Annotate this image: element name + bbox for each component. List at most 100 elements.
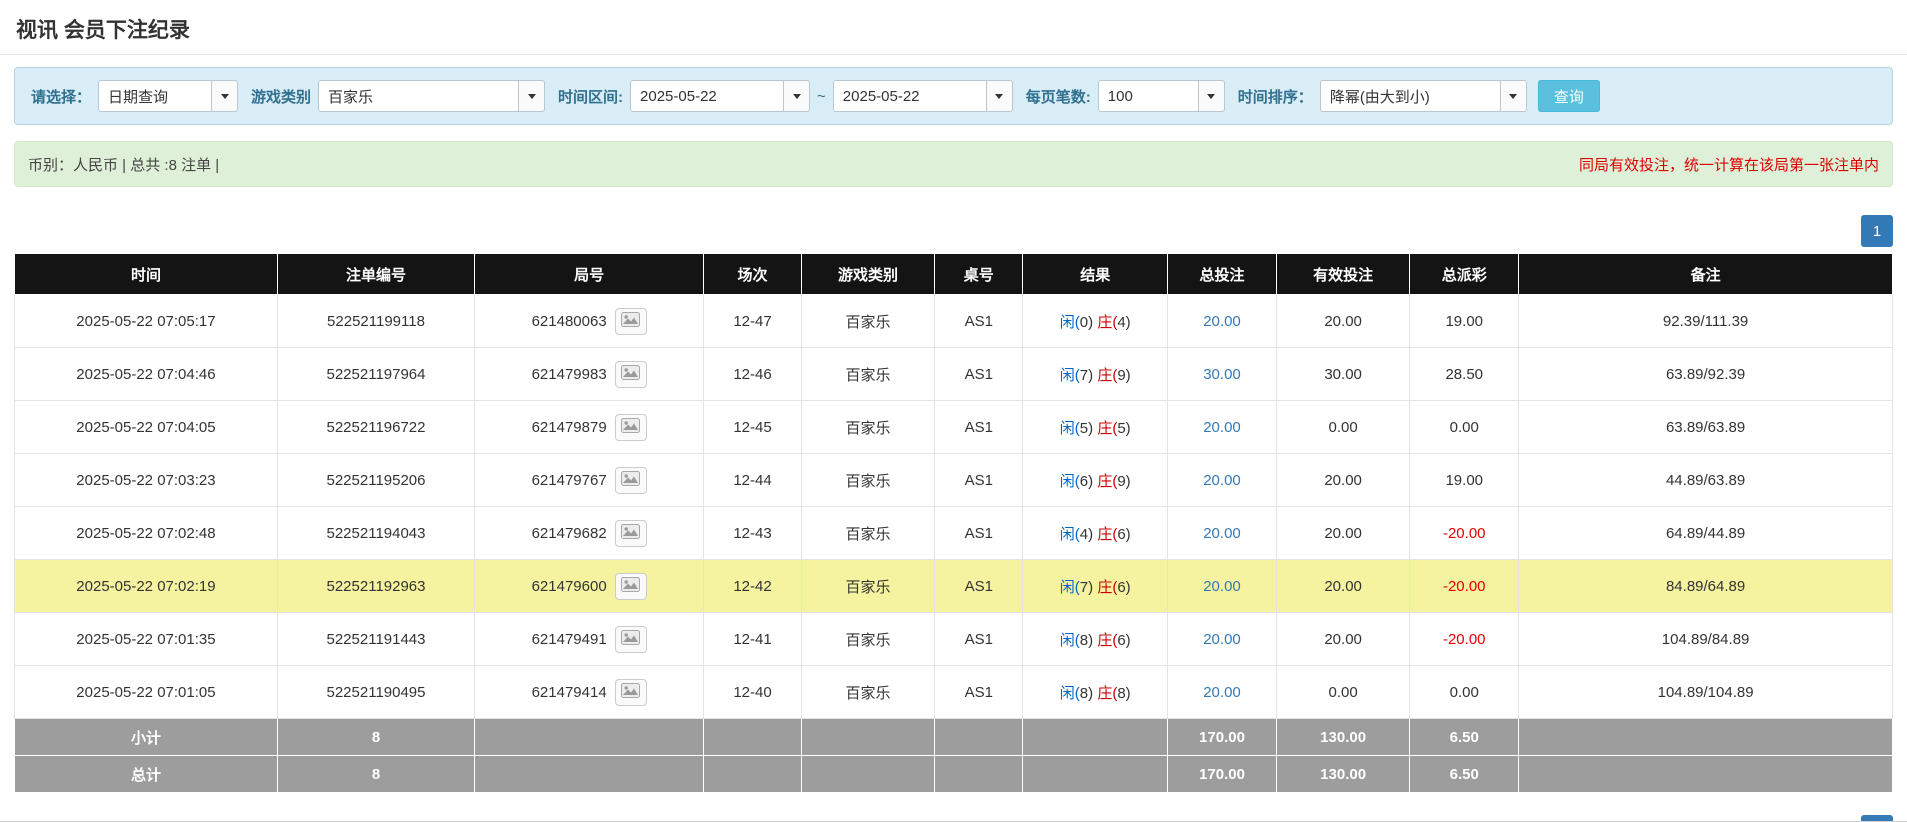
subtotal-count: 8 — [276, 718, 476, 756]
cell-game-type: 百家乐 — [800, 506, 936, 560]
subtotal-empty-cell — [703, 718, 802, 756]
cell-session: 12-41 — [703, 612, 802, 666]
column-header-1: 注单编号 — [276, 253, 476, 295]
total-bet-link[interactable]: 20.00 — [1203, 684, 1241, 701]
video-preview-icon — [621, 312, 641, 330]
page-size-dropdown-button[interactable] — [1197, 80, 1225, 112]
cell-payout: -20.00 — [1409, 612, 1520, 666]
cell-valid-bet: 20.00 — [1275, 559, 1411, 613]
result-banker: 庄(6) — [1097, 525, 1131, 543]
result-banker: 庄(8) — [1097, 684, 1131, 702]
column-header-3: 场次 — [703, 253, 802, 295]
subtotal-valid-bet: 130.00 — [1275, 718, 1411, 756]
round-id-text: 621479767 — [531, 471, 607, 489]
total-bet-link[interactable]: 20.00 — [1203, 419, 1241, 436]
table-row: 2025-05-22 07:02:19 522521192963 6214796… — [14, 559, 1893, 613]
filter-bar: 请选择： 游戏类别 时间区间: ~ 每页笔数: 时间排序： — [14, 67, 1893, 125]
subtotal-payout: 6.50 — [1409, 718, 1520, 756]
date-from-combobox — [630, 80, 811, 112]
search-button[interactable]: 查询 — [1537, 80, 1600, 112]
date-to-input[interactable] — [832, 80, 986, 112]
cell-game-type: 百家乐 — [800, 347, 936, 401]
cell-payout: 19.00 — [1409, 294, 1520, 348]
total-bet-link[interactable]: 20.00 — [1203, 578, 1241, 595]
column-header-7: 总投注 — [1167, 253, 1277, 295]
query-type-label: 请选择： — [31, 88, 92, 106]
total-empty-cell — [1022, 755, 1169, 793]
cell-bet-id: 522521197964 — [276, 347, 476, 401]
page-button-1[interactable]: 1 — [1861, 215, 1893, 247]
game-type-combobox — [318, 80, 546, 112]
subtotal-empty-cell — [800, 718, 936, 756]
table-row: 2025-05-22 07:03:23 522521195206 6214797… — [14, 453, 1893, 507]
cell-session: 12-47 — [703, 294, 802, 348]
total-bet-link[interactable]: 20.00 — [1203, 472, 1241, 489]
total-bet-link[interactable]: 30.00 — [1203, 366, 1241, 383]
view-round-video-button[interactable] — [614, 307, 647, 335]
cell-remark: 104.89/104.89 — [1518, 665, 1893, 719]
video-preview-icon — [621, 418, 641, 436]
column-header-8: 有效投注 — [1275, 253, 1411, 295]
view-round-video-button[interactable] — [614, 625, 647, 653]
chevron-down-icon — [527, 93, 536, 99]
bet-records-table: 时间 注单编号 局号 场次 游戏类别 桌号 结果 总投注 有效投注 总派彩 备注 2025-05-2… — [14, 253, 1893, 793]
game-type-input[interactable] — [318, 80, 519, 112]
column-header-5: 桌号 — [934, 253, 1024, 295]
cell-remark: 84.89/64.89 — [1518, 559, 1893, 613]
page-size-input[interactable] — [1097, 80, 1198, 112]
view-round-video-button[interactable] — [614, 678, 647, 706]
table-footer: 小计 8 170.00 130.00 6.50 总计 8 170.00 130.… — [14, 718, 1893, 793]
total-bet-link[interactable]: 20.00 — [1203, 631, 1241, 648]
date-from-input[interactable] — [630, 80, 784, 112]
view-round-video-button[interactable] — [614, 519, 647, 547]
cell-result: 闲(5) 庄(5) — [1022, 400, 1169, 454]
chevron-down-icon — [220, 93, 229, 99]
subtotal-row: 小计 8 170.00 130.00 6.50 — [14, 718, 1893, 756]
cell-table-no: AS1 — [934, 559, 1024, 613]
query-type-dropdown-button[interactable] — [211, 80, 239, 112]
table-row: 2025-05-22 07:01:35 522521191443 6214794… — [14, 612, 1893, 666]
cell-round-id: 621480063 — [474, 294, 705, 348]
view-round-video-button[interactable] — [614, 466, 647, 494]
cell-total-bet: 20.00 — [1167, 506, 1277, 560]
cell-session: 12-46 — [703, 347, 802, 401]
view-round-video-button[interactable] — [614, 360, 647, 388]
subtotal-empty-cell — [1518, 718, 1893, 756]
game-type-label: 游戏类别 — [251, 88, 312, 106]
result-player: 闲(0) — [1059, 313, 1094, 331]
video-preview-icon — [621, 630, 641, 648]
cell-table-no: AS1 — [934, 453, 1024, 507]
cell-total-bet: 20.00 — [1167, 665, 1277, 719]
sort-order-input[interactable] — [1319, 80, 1500, 112]
cell-round-id: 621479491 — [474, 612, 705, 666]
date-to-dropdown-button[interactable] — [985, 80, 1013, 112]
cell-round-id: 621479767 — [474, 453, 705, 507]
total-bet-link[interactable]: 20.00 — [1203, 525, 1241, 542]
total-bet-link[interactable]: 20.00 — [1203, 313, 1241, 330]
round-id-text: 621480063 — [531, 312, 607, 330]
result-banker: 庄(6) — [1097, 631, 1131, 649]
game-type-dropdown-button[interactable] — [518, 80, 546, 112]
page-size-label: 每页笔数: — [1025, 88, 1091, 106]
result-player: 闲(4) — [1059, 525, 1094, 543]
cell-game-type: 百家乐 — [800, 294, 936, 348]
cell-valid-bet: 20.00 — [1275, 453, 1411, 507]
column-header-4: 游戏类别 — [800, 253, 936, 295]
sort-order-dropdown-button[interactable] — [1499, 80, 1527, 112]
round-id-text: 621479600 — [531, 577, 607, 595]
query-type-input[interactable] — [98, 80, 212, 112]
view-round-video-button[interactable] — [614, 413, 647, 441]
date-from-dropdown-button[interactable] — [783, 80, 811, 112]
result-player: 闲(6) — [1059, 472, 1094, 490]
cell-total-bet: 30.00 — [1167, 347, 1277, 401]
page-header: 视讯 会员下注纪录 — [0, 0, 1907, 55]
cell-bet-id: 522521194043 — [276, 506, 476, 560]
cell-table-no: AS1 — [934, 294, 1024, 348]
cell-remark: 92.39/111.39 — [1518, 294, 1893, 348]
cell-session: 12-42 — [703, 559, 802, 613]
cell-result: 闲(7) 庄(9) — [1022, 347, 1169, 401]
cell-remark: 104.89/84.89 — [1518, 612, 1893, 666]
cell-game-type: 百家乐 — [800, 665, 936, 719]
view-round-video-button[interactable] — [614, 572, 647, 600]
round-id-text: 621479491 — [531, 630, 607, 648]
